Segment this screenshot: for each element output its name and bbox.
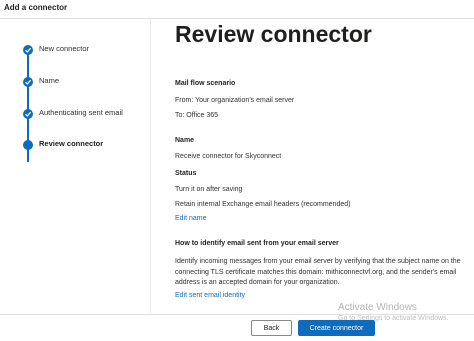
step-new-connector[interactable]: New connector [0, 41, 150, 57]
step-label: New connector [39, 44, 90, 53]
status-line-1: Turn it on after saving [175, 186, 243, 193]
page-title: Review connector [175, 21, 372, 47]
mail-flow-from: From: Your organization's email server [175, 97, 295, 104]
back-button[interactable]: Back [251, 320, 292, 336]
step-label: Name [39, 76, 60, 85]
activate-windows-watermark-title: Activate Windows [338, 302, 417, 313]
step-label: Review connector [39, 139, 104, 148]
review-content: Review connector Mail flow scenario From… [150, 19, 474, 314]
status-line-2: Retain internal Exchange email headers (… [175, 201, 351, 208]
panel-header: Add a connector [0, 0, 474, 19]
name-value: Receive connector for Skyconnect [175, 153, 282, 160]
step-current-dot-icon [23, 140, 33, 150]
name-title: Name [175, 137, 195, 144]
activate-windows-watermark-subtitle: Go to Settings to activate Windows. [338, 315, 449, 322]
identify-title: How to identify email sent from your ema… [175, 240, 339, 247]
step-review-connector[interactable]: Review connector [0, 136, 150, 152]
step-complete-check-icon [23, 109, 33, 119]
step-authenticating-sent-email[interactable]: Authenticating sent email [0, 105, 150, 121]
identify-description: Identify incoming messages from your ema… [175, 258, 461, 287]
step-name[interactable]: Name [0, 73, 150, 89]
step-label: Authenticating sent email [39, 108, 123, 117]
status-title: Status [175, 170, 197, 177]
step-complete-check-icon [23, 45, 33, 55]
edit-sent-email-identity-link[interactable]: Edit sent email identity [175, 292, 245, 299]
create-connector-button[interactable]: Create connector [298, 320, 375, 336]
step-complete-check-icon [23, 77, 33, 87]
mail-flow-title: Mail flow scenario [175, 80, 236, 87]
edit-name-link[interactable]: Edit name [175, 215, 207, 222]
wizard-stepper: New connector Name Authenticating sent e… [0, 19, 151, 314]
mail-flow-to: To: Office 365 [175, 112, 219, 119]
panel-title: Add a connector [4, 3, 68, 12]
